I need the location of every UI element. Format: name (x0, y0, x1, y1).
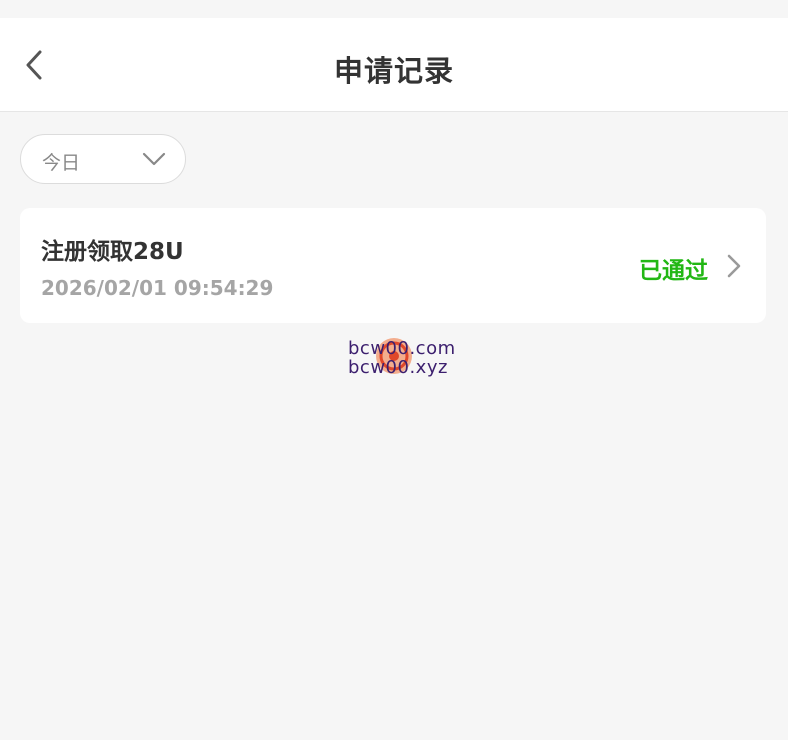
watermark-line-1: bcw00.com (348, 338, 456, 359)
record-timestamp: 2026/02/01 09:54:29 (41, 276, 274, 300)
chevron-down-icon (142, 152, 166, 166)
date-filter-label: 今日 (42, 152, 81, 174)
status-bar-area (0, 0, 788, 18)
record-card[interactable]: 注册领取28U 2026/02/01 09:54:29 已通过 (20, 208, 766, 323)
watermark: bcw00.com bcw00.xyz (340, 332, 460, 382)
nav-header: 申请记录 (0, 18, 788, 112)
chevron-right-icon (727, 254, 741, 278)
watermark-line-2: bcw00.xyz (348, 357, 448, 378)
status-badge: 已通过 (639, 258, 708, 284)
date-filter-dropdown[interactable]: 今日 (20, 134, 186, 184)
page-title: 申请记录 (333, 54, 454, 88)
record-title: 注册领取28U (41, 239, 184, 265)
